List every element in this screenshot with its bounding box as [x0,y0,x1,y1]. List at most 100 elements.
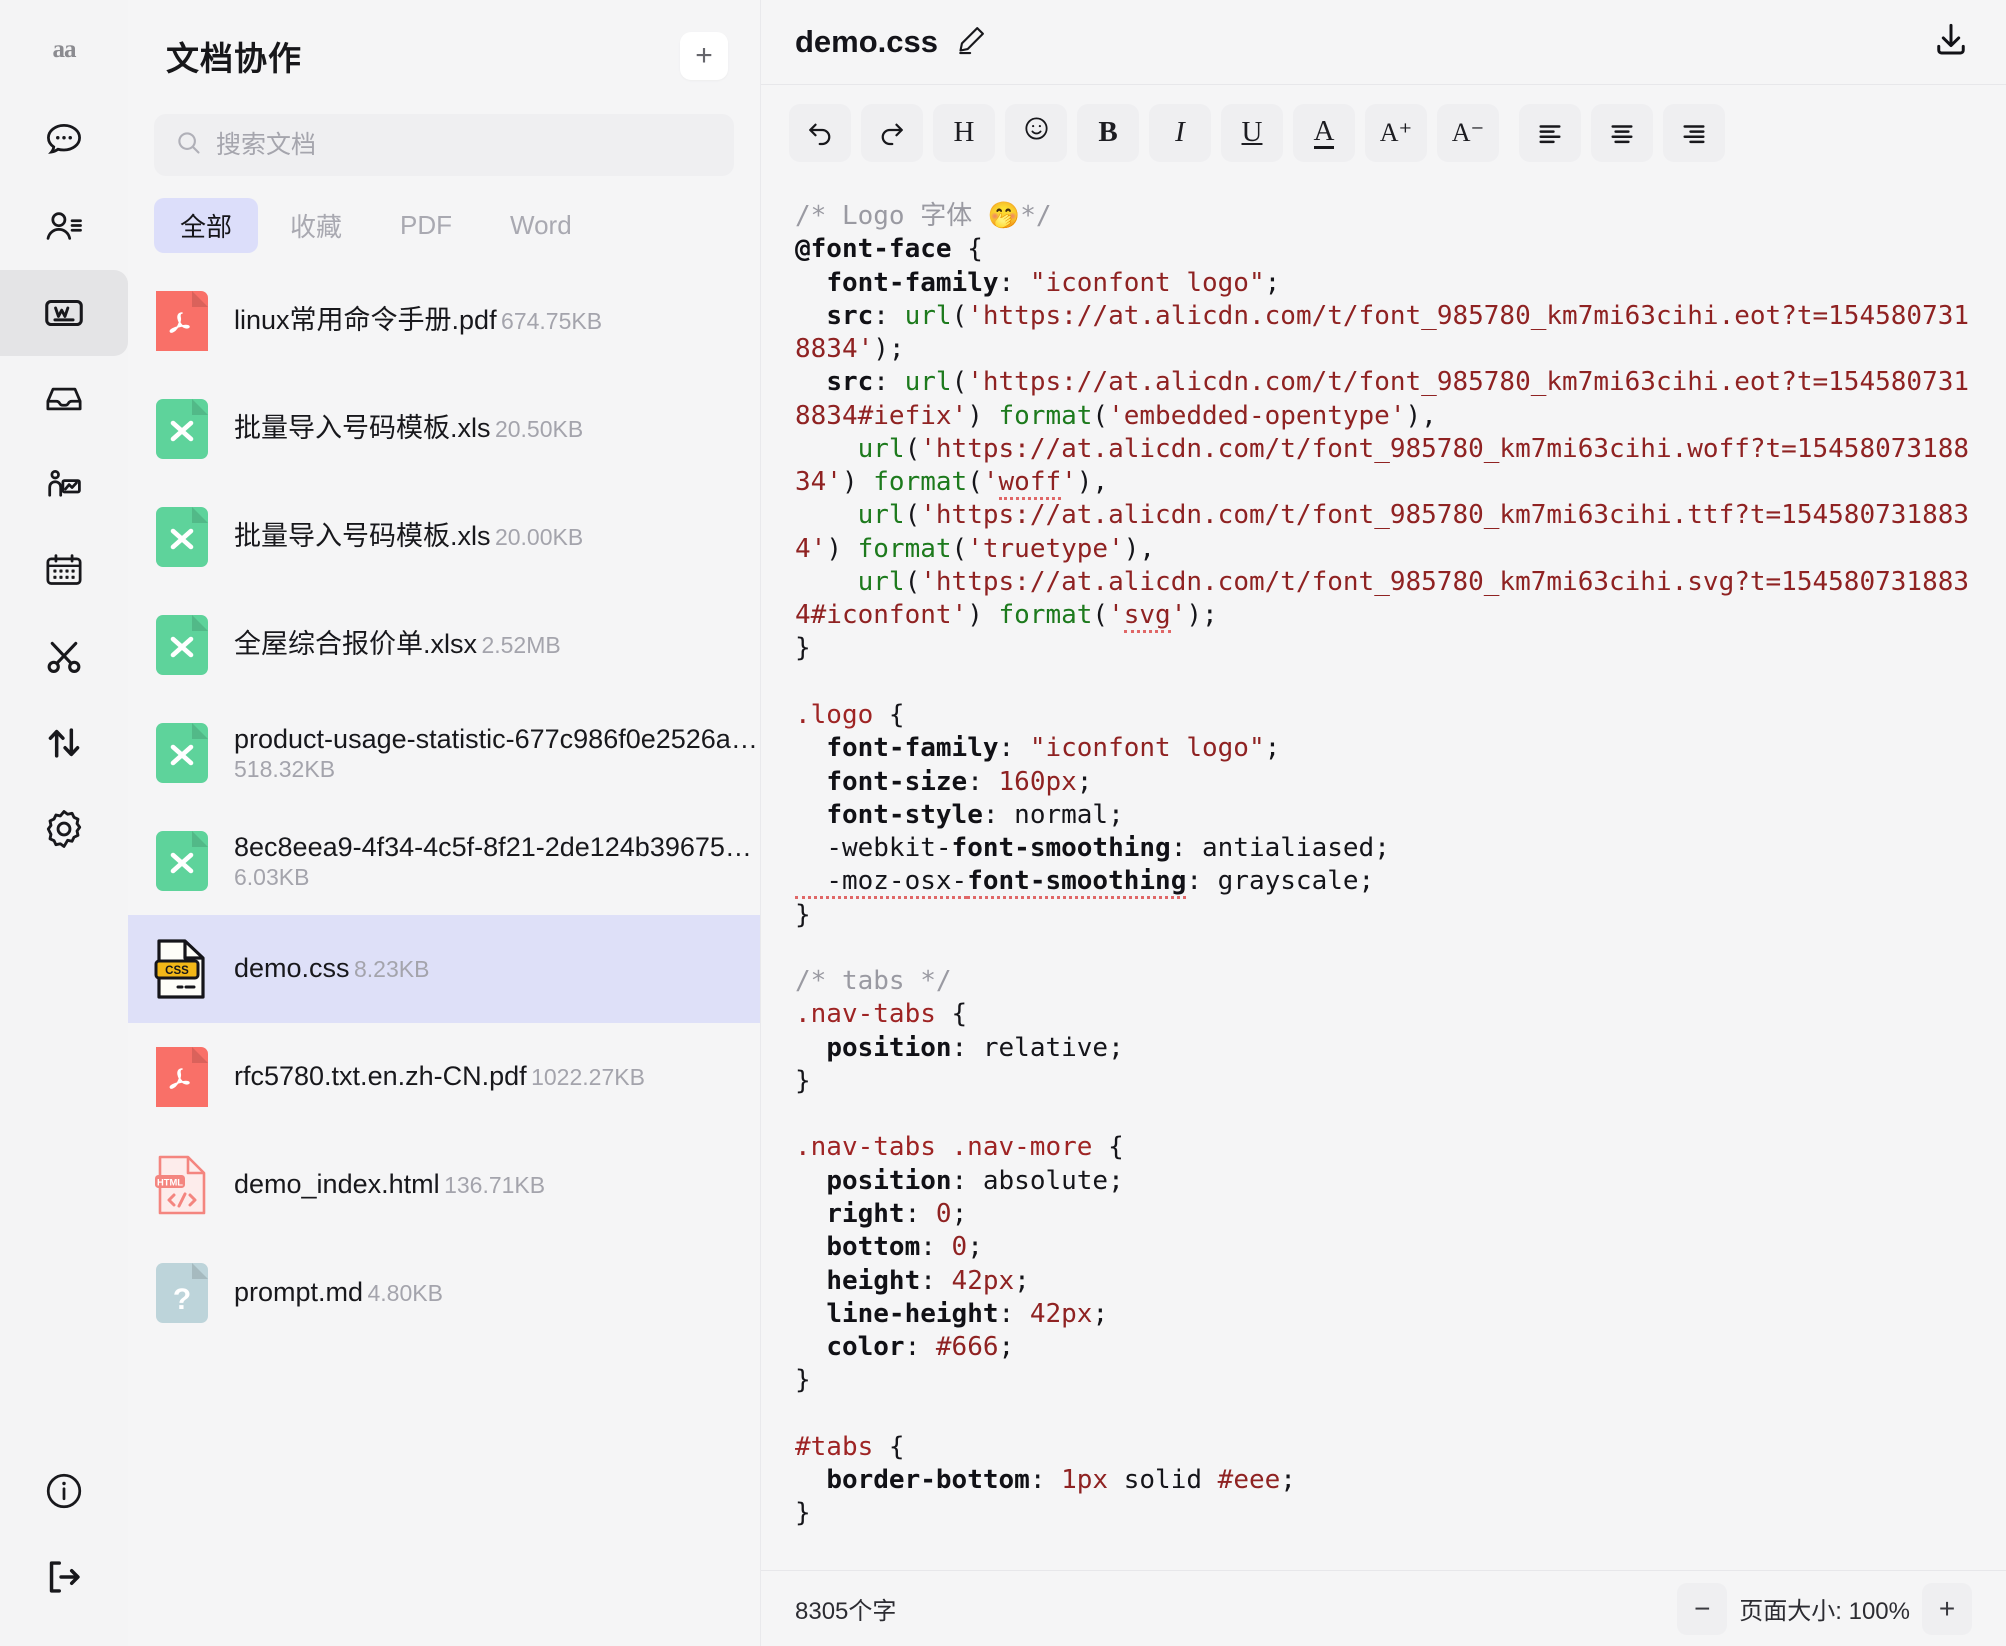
file-list-item[interactable]: 8ec8eea9-4f34-4c5f-8f21-2de124b39675… 6.… [128,807,760,915]
file-list-item[interactable]: HTML demo_index.html 136.71KB [128,1131,760,1239]
sidebar-item-report[interactable] [0,442,128,528]
sidebar-item-inbox[interactable] [0,356,128,442]
document-editor: demo.css H B I U A A⁺ A⁻ /* Logo 字体 🤭*/ … [760,0,2006,1646]
file-list-item[interactable]: linux常用命令手册.pdf 674.75KB [128,267,760,375]
text-color-glyph: A [1313,115,1335,150]
code-token: } [795,1365,811,1396]
code-token: ; [1076,766,1093,797]
code-token: { [873,699,905,730]
file-name: demo.css [234,953,350,984]
code-content[interactable]: /* Logo 字体 🤭*/@font-face { font-family: … [761,180,2006,1570]
code-line: src: url('https://at.alicdn.com/t/font_9… [795,300,1972,367]
bold-button[interactable]: B [1077,103,1139,162]
tab-all[interactable]: 全部 [154,198,259,253]
search-input[interactable] [216,130,714,160]
code-line: color: #666; [795,1331,1972,1364]
align-center-button[interactable] [1591,103,1653,162]
redo-button[interactable] [861,103,923,162]
rename-document-button[interactable] [954,23,988,62]
underline-button[interactable]: U [1221,103,1283,162]
search-box[interactable] [154,114,734,176]
sidebar-item-logout[interactable] [0,1534,128,1620]
file-name: 批量导入号码模板.xls [234,413,491,444]
file-meta: 批量导入号码模板.xls 20.50KB [234,412,734,446]
sidebar-item-docs[interactable] [0,270,128,356]
file-meta: rfc5780.txt.en.zh-CN.pdf 1022.27KB [234,1060,734,1094]
sidebar-item-transfer[interactable] [0,700,128,786]
undo-button[interactable] [789,103,851,162]
code-token: -webkit- [795,833,952,864]
file-name: rfc5780.txt.en.zh-CN.pdf [234,1061,527,1092]
code-line: right: 0; [795,1198,1972,1231]
file-rows-container[interactable]: linux常用命令手册.pdf 674.75KB 批量导入号码模板.xls 20… [128,267,760,1646]
svg-text:HTML: HTML [157,1176,183,1187]
file-list-item[interactable]: 批量导入号码模板.xls 20.00KB [128,483,760,591]
code-token: : normal; [982,799,1124,830]
font-decrease-button[interactable]: A⁻ [1437,103,1499,162]
code-token: : [920,1265,952,1296]
code-token: : [1029,1465,1062,1496]
code-token: : grayscale; [1186,866,1375,897]
tab-word[interactable]: Word [484,201,598,250]
sidebar-item-scissors[interactable] [0,614,128,700]
code-token: #eee [1217,1465,1281,1496]
code-line: .nav-tabs { [795,998,1972,1031]
code-token: ; [951,1198,968,1229]
add-document-button[interactable]: + [680,32,728,80]
file-list-item[interactable]: CSS demo.css 8.23KB [128,915,760,1023]
code-token: line-height [795,1298,999,1329]
sidebar-item-settings[interactable] [0,786,128,872]
align-left-button[interactable] [1519,103,1581,162]
app-root: aa 文档协作 + 搜索文档 全部 收藏 PDF Word linux常用命令手… [0,0,2006,1646]
code-token: url [904,300,952,331]
file-list-item[interactable]: 全屋综合报价单.xlsx 2.52MB [128,591,760,699]
code-token: ( [967,467,983,498]
sidebar-item-info[interactable] [0,1448,128,1534]
code-token: 42px [1029,1298,1093,1329]
editor-header: demo.css [761,0,2006,84]
code-token: ( [1092,400,1109,431]
search-icon [174,128,204,163]
emoji-icon [1022,114,1051,151]
code-token: : [998,267,1030,298]
logout-icon [42,1555,86,1599]
heading-button[interactable]: H [933,103,995,162]
code-token: : [873,300,905,331]
tab-pdf[interactable]: PDF [374,201,478,250]
code-token: position [795,1165,952,1196]
code-token: ( [951,367,968,398]
code-line: font-family: "iconfont logo"; [795,267,1972,300]
font-increase-button[interactable]: A⁺ [1365,103,1427,162]
pencil-icon [954,23,988,62]
tab-favorite[interactable]: 收藏 [264,198,368,253]
formatting-toolbar: H B I U A A⁺ A⁻ [761,84,2006,180]
code-token: { [873,1431,905,1462]
code-token: : absolute; [951,1165,1124,1196]
zoom-in-button[interactable]: + [1922,1582,1972,1635]
code-token: ), [1076,467,1109,498]
zoom-out-button[interactable]: − [1677,1582,1728,1635]
file-list-item[interactable]: 批量导入号码模板.xls 20.50KB [128,375,760,483]
download-button[interactable] [1930,19,1972,66]
emoji-button[interactable] [1005,103,1067,162]
sidebar-item-chat[interactable] [0,98,128,184]
file-list-item[interactable]: rfc5780.txt.en.zh-CN.pdf 1022.27KB [128,1023,760,1131]
file-list-item[interactable]: ? prompt.md 4.80KB [128,1239,760,1347]
code-token: "iconfont logo" [1029,733,1265,764]
sidebar-item-contacts[interactable] [0,184,128,270]
italic-button[interactable]: I [1149,103,1211,162]
file-size: 136.71KB [444,1172,546,1199]
text-color-button[interactable]: A [1293,103,1355,162]
code-token: ) [826,533,858,564]
file-name: 全屋综合报价单.xlsx [234,629,477,660]
align-right-button[interactable] [1663,103,1725,162]
font-increase-glyph: A⁺ [1379,117,1413,147]
code-token: src [795,300,874,331]
file-list-item[interactable]: product-usage-statistic-677c986f0e2526a…… [128,699,760,807]
rail-bottom-group [0,1448,128,1646]
sidebar-item-calendar[interactable] [0,528,128,614]
code-token: ( [904,433,921,464]
code-token: url [904,367,952,398]
file-meta: 8ec8eea9-4f34-4c5f-8f21-2de124b39675… 6.… [234,831,752,892]
